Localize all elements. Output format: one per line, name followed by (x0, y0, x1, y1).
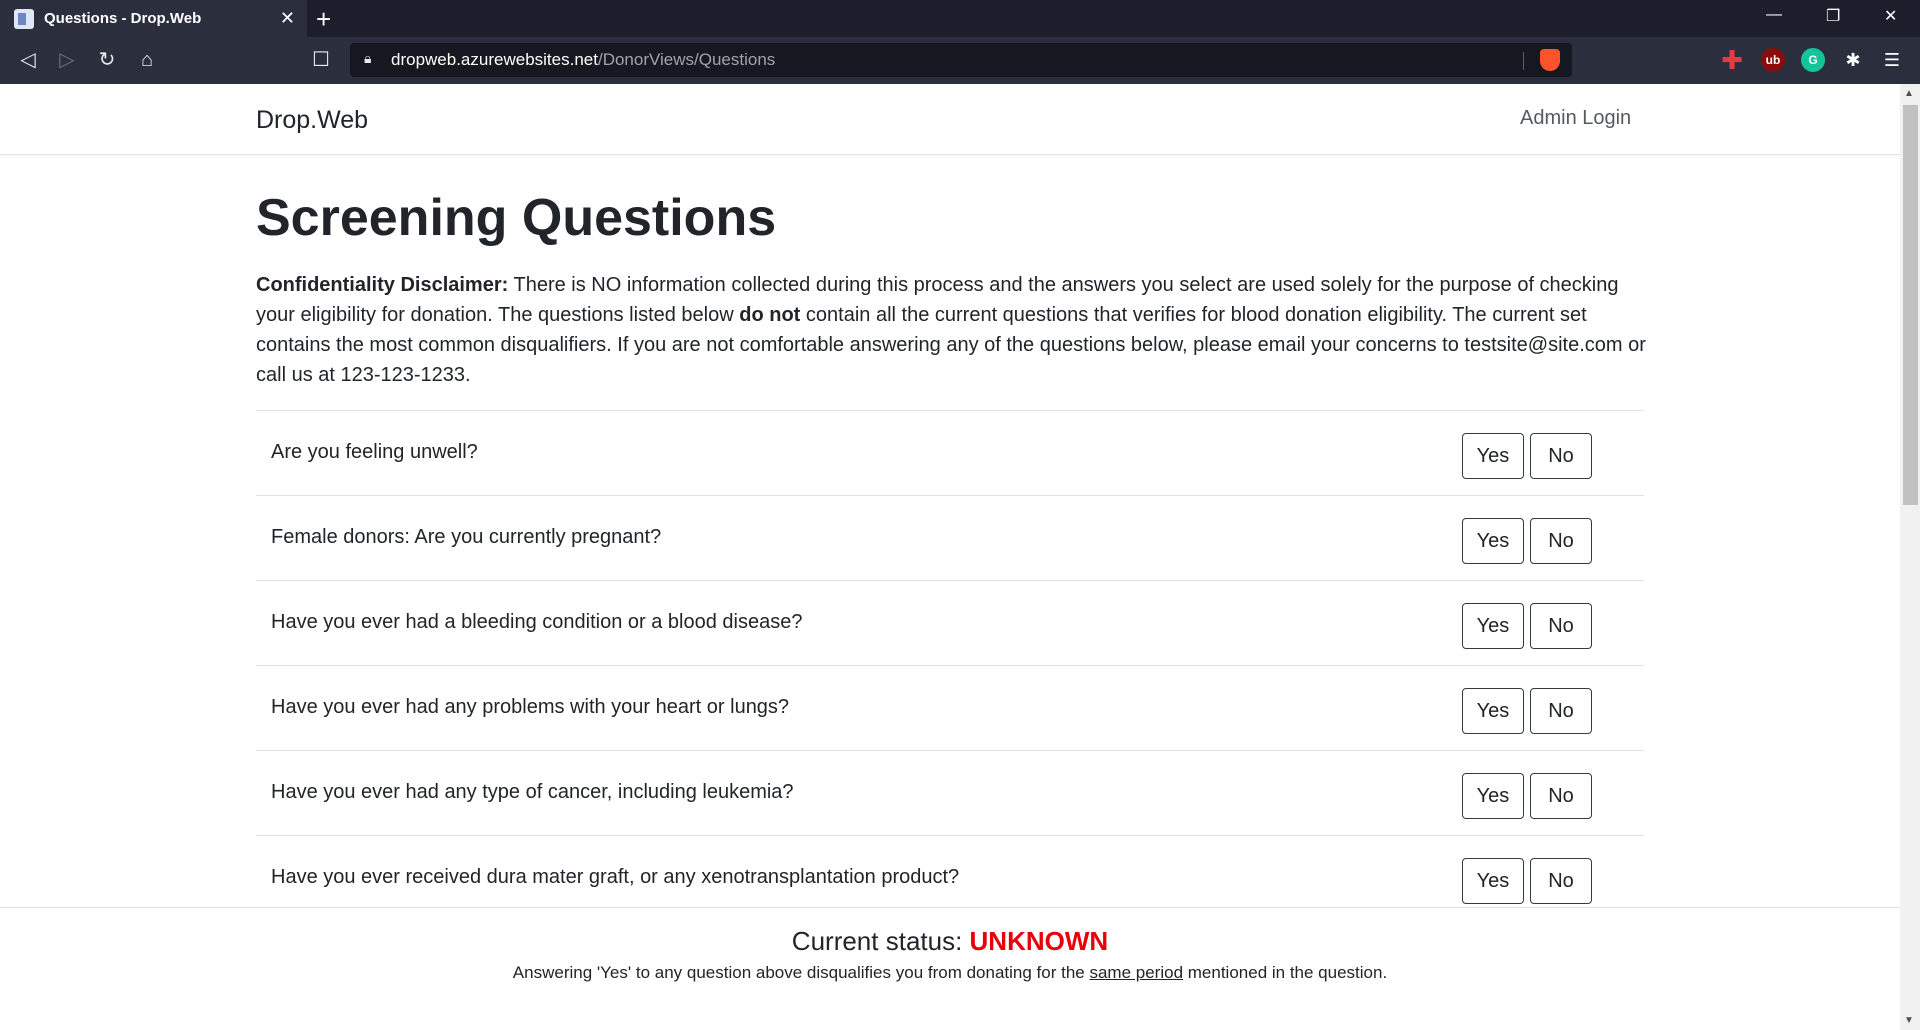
question-row: Female donors: Are you currently pregnan… (256, 496, 1644, 581)
reload-icon[interactable]: ↻ (93, 46, 121, 74)
brave-shields-icon[interactable] (1540, 49, 1560, 71)
question-row: Have you ever had any type of cancer, in… (256, 751, 1644, 836)
yes-button[interactable]: Yes (1462, 518, 1524, 564)
tab-title: Questions - Drop.Web (44, 10, 202, 27)
page-title: Screening Questions (256, 189, 777, 247)
close-window-icon[interactable]: ✕ (1884, 6, 1897, 26)
question-text: Have you ever had any problems with your… (271, 696, 790, 718)
question-row: Have you ever had any problems with your… (256, 666, 1644, 751)
minimize-icon[interactable]: — (1766, 6, 1782, 24)
url-text: dropweb.azurewebsites.net/DonorViews/Que… (391, 50, 776, 69)
status-label: Current status: (791, 926, 970, 956)
question-text: Are you feeling unwell? (271, 441, 478, 463)
ublock-icon[interactable]: ub (1761, 48, 1785, 72)
question-text: Female donors: Are you currently pregnan… (271, 526, 662, 548)
status-line: Current status: UNKNOWN (0, 926, 1900, 957)
scrollbar-thumb[interactable] (1903, 105, 1918, 505)
status-value: UNKNOWN (969, 926, 1109, 956)
menu-icon[interactable]: ☰ (1880, 48, 1904, 72)
questions-list: Are you feeling unwell? Yes No Female do… (256, 410, 1644, 921)
address-separator (1523, 52, 1524, 70)
brand-link[interactable]: Drop.Web (256, 106, 368, 135)
no-button[interactable]: No (1530, 518, 1592, 564)
admin-login-link[interactable]: Admin Login (1520, 107, 1631, 130)
forward-icon[interactable]: ▷ (53, 46, 81, 74)
bookmark-icon[interactable]: ☐ (307, 46, 335, 74)
plus-extension-icon[interactable]: ✚ (1720, 47, 1744, 73)
grammarly-icon[interactable]: G (1801, 48, 1825, 72)
status-footer: Current status: UNKNOWN Answering 'Yes' … (0, 907, 1900, 1030)
yes-button[interactable]: Yes (1462, 858, 1524, 904)
back-icon[interactable]: ◁ (14, 46, 42, 74)
page-scrollbar[interactable]: ▲ ▼ (1900, 84, 1920, 1030)
no-button[interactable]: No (1530, 773, 1592, 819)
site-navbar: Drop.Web Admin Login (0, 84, 1900, 155)
browser-tabbar: Questions - Drop.Web ✕ + — ❐ ✕ (0, 0, 1920, 37)
yes-button[interactable]: Yes (1462, 773, 1524, 819)
yes-button[interactable]: Yes (1462, 603, 1524, 649)
no-button[interactable]: No (1530, 433, 1592, 479)
page-favicon-icon (14, 8, 34, 29)
address-bar[interactable]: 🔒︎ dropweb.azurewebsites.net/DonorViews/… (350, 43, 1572, 77)
no-button[interactable]: No (1530, 603, 1592, 649)
page-viewport: Drop.Web Admin Login Screening Questions… (0, 84, 1920, 1030)
yes-button[interactable]: Yes (1462, 433, 1524, 479)
scroll-down-icon[interactable]: ▼ (1904, 1015, 1914, 1026)
tab-close-icon[interactable]: ✕ (280, 8, 295, 29)
extensions-icon[interactable]: ✱ (1841, 48, 1865, 72)
question-text: Have you ever received dura mater graft,… (271, 866, 960, 888)
lock-icon: 🔒︎ (364, 50, 372, 66)
status-note: Answering 'Yes' to any question above di… (512, 963, 1388, 982)
browser-toolbar: ◁ ▷ ↻ ⌂ ☐ 🔒︎ dropweb.azurewebsites.net/D… (0, 37, 1920, 84)
question-row: Have you ever had a bleeding condition o… (256, 581, 1644, 666)
yes-button[interactable]: Yes (1462, 688, 1524, 734)
no-button[interactable]: No (1530, 688, 1592, 734)
scroll-up-icon[interactable]: ▲ (1904, 88, 1914, 99)
confidentiality-disclaimer: Confidentiality Disclaimer: There is NO … (256, 274, 1646, 386)
restore-icon[interactable]: ❐ (1826, 6, 1840, 26)
no-button[interactable]: No (1530, 858, 1592, 904)
question-text: Have you ever had any type of cancer, in… (271, 781, 794, 803)
home-icon[interactable]: ⌂ (133, 46, 161, 74)
question-row: Are you feeling unwell? Yes No (256, 411, 1644, 496)
browser-tab[interactable]: Questions - Drop.Web ✕ (0, 0, 307, 37)
new-tab-icon[interactable]: + (316, 4, 331, 35)
question-text: Have you ever had a bleeding condition o… (271, 611, 803, 633)
